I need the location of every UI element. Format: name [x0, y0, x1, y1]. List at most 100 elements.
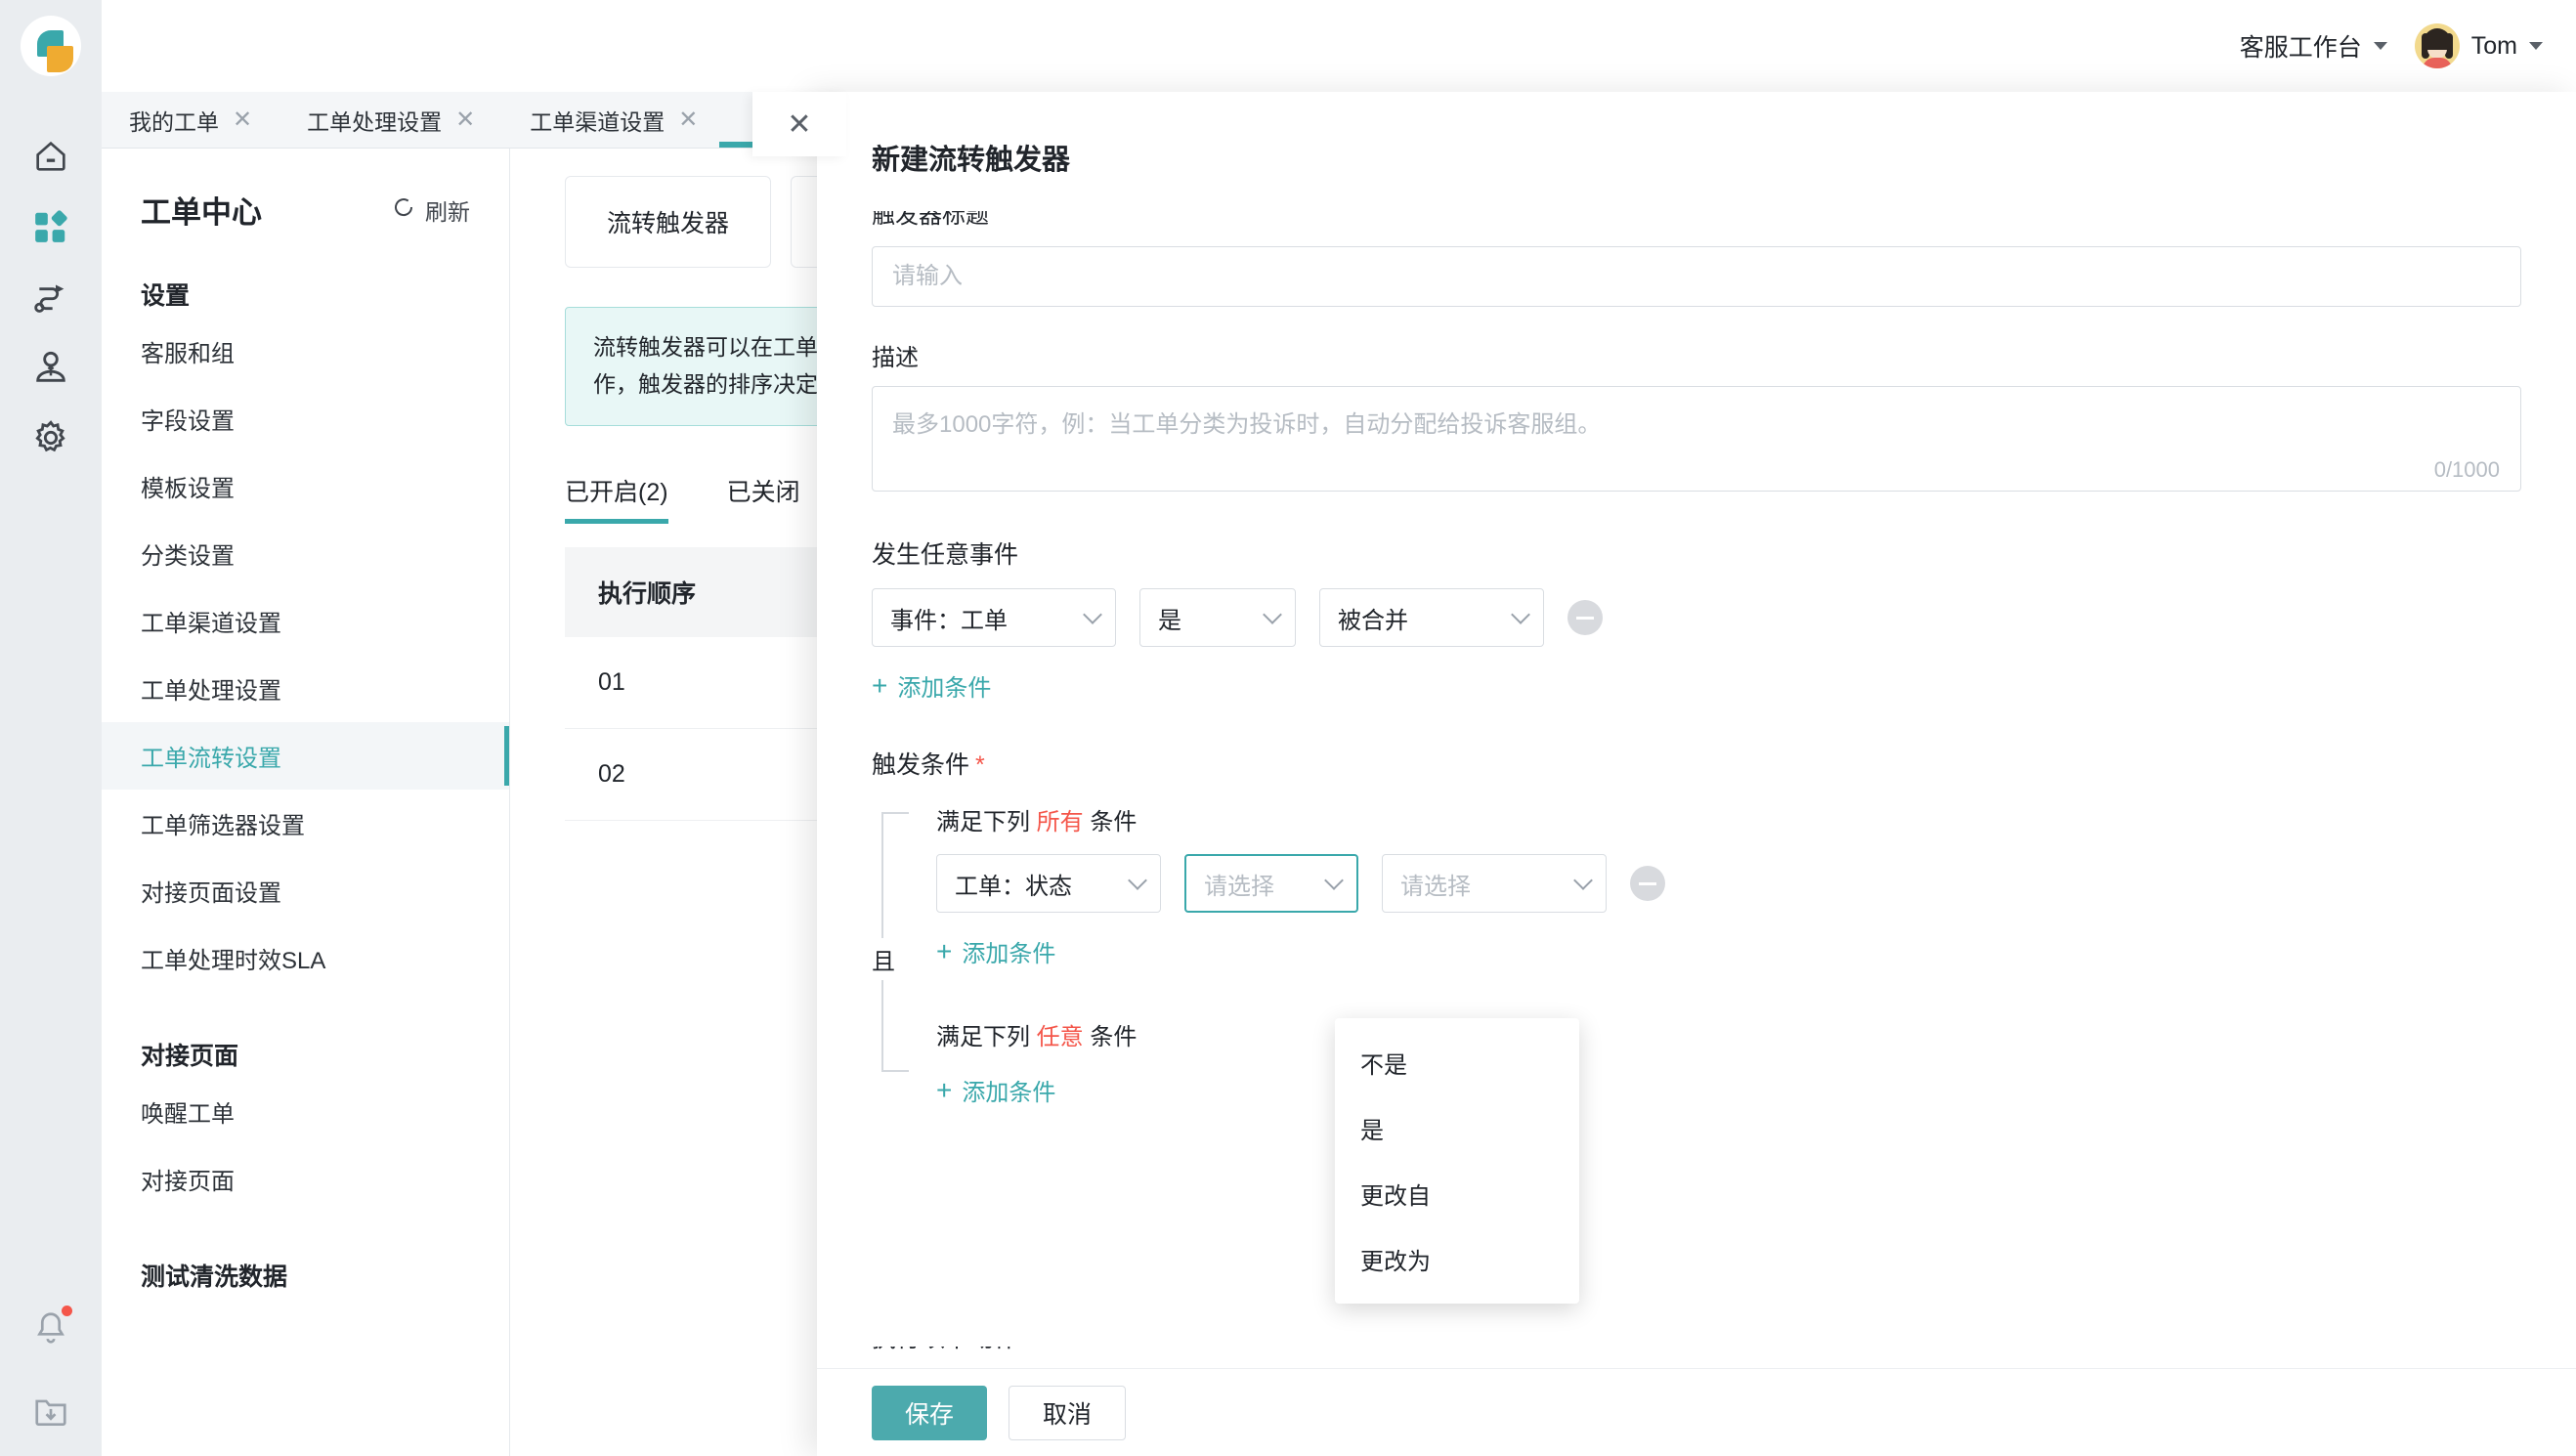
and-joiner-label: 且: [872, 938, 895, 980]
add-condition-all-button[interactable]: + 添加条件: [936, 934, 2521, 968]
remove-event-condition-button[interactable]: [1567, 600, 1603, 635]
close-icon[interactable]: ✕: [678, 107, 698, 132]
sidebar-item-integration-page-settings[interactable]: 对接页面设置: [102, 857, 509, 924]
drawer-body: 新建流转触发器 触发器标题 描述 0/1000 发生任意事件 事件：工单 是: [817, 92, 2576, 1368]
home-icon: [31, 137, 70, 181]
rail-item-workflow[interactable]: [0, 264, 102, 334]
chevron-down-icon: [1263, 605, 1282, 624]
drawer-close-tab[interactable]: ✕: [752, 92, 846, 156]
workflow-route-icon: [31, 278, 70, 321]
condition-group-all-header: 满足下列 所有 条件: [936, 809, 1138, 835]
sidebar-item-sla[interactable]: 工单处理时效SLA: [102, 924, 509, 992]
cancel-button[interactable]: 取消: [1009, 1385, 1127, 1440]
avatar: [2414, 23, 2460, 68]
add-event-condition-button[interactable]: + 添加条件: [872, 668, 2521, 703]
condition-field-select[interactable]: 工单：状态: [936, 854, 1161, 913]
event-section-label: 发生任意事件: [872, 541, 1019, 569]
tab-ticket-process-settings[interactable]: 工单处理设置 ✕: [279, 92, 502, 148]
sidebar-item-category-settings[interactable]: 分类设置: [102, 520, 509, 587]
new-trigger-drawer: 新建流转触发器 触发器标题 描述 0/1000 发生任意事件 事件：工单 是: [817, 92, 2576, 1456]
rail-icon-list: [0, 123, 102, 475]
rail-item-downloads[interactable]: [0, 1372, 102, 1456]
sidebar-group-title-settings: 设置: [141, 282, 191, 310]
rail-item-home[interactable]: [0, 123, 102, 193]
tab-my-tickets[interactable]: 我的工单 ✕: [102, 92, 279, 148]
drawer-footer: 保存 取消: [817, 1368, 2576, 1456]
match-keyword-all: 所有: [1036, 809, 1084, 835]
tab-ticket-channel-settings[interactable]: 工单渠道设置 ✕: [502, 92, 725, 148]
description-textarea[interactable]: [872, 386, 2521, 492]
rail-bottom-group: [0, 1288, 102, 1456]
description-field-wrap: 0/1000: [872, 386, 2521, 496]
dropdown-option-not-is[interactable]: 不是: [1335, 1030, 1579, 1095]
workspace-label: 客服工作台: [2239, 34, 2362, 62]
chevron-down-icon: [1511, 605, 1530, 624]
dropdown-option-changed-from[interactable]: 更改自: [1335, 1161, 1579, 1226]
logo-amber-shape: [47, 46, 73, 72]
event-object-select[interactable]: 事件：工单: [872, 588, 1116, 647]
settings-sidebar: 工单中心 刷新 设置 客服和组 字段设置 模板设置 分类设置 工单渠道设置 工单…: [102, 149, 510, 1456]
action-section-label: 执行以下动作*: [872, 1347, 1034, 1366]
dropdown-option-changed-to[interactable]: 更改为: [1335, 1226, 1579, 1292]
sidebar-item-agents-groups[interactable]: 客服和组: [102, 318, 509, 385]
rail-item-settings[interactable]: [0, 405, 102, 475]
save-button[interactable]: 保存: [872, 1385, 988, 1440]
trigger-name-label: 触发器标题: [872, 211, 989, 229]
plus-icon: +: [872, 669, 888, 701]
sidebar-item-process-settings[interactable]: 工单处理设置: [102, 655, 509, 722]
condition-group-any-header: 满足下列 任意 条件: [936, 1024, 1138, 1050]
rail-item-contacts[interactable]: [0, 334, 102, 405]
sidebar-item-flow-settings[interactable]: 工单流转设置: [102, 722, 509, 790]
rail-item-apps[interactable]: [0, 193, 102, 264]
app-logo: [21, 16, 81, 76]
sidebar-item-field-settings[interactable]: 字段设置: [102, 385, 509, 452]
chevron-down-icon: [1573, 871, 1593, 890]
tab-label: 工单处理设置: [307, 108, 443, 135]
refresh-button[interactable]: 刷新: [392, 193, 470, 227]
close-icon[interactable]: ✕: [787, 107, 811, 142]
rail-item-notifications[interactable]: [0, 1288, 102, 1372]
sidebar-item-integration-page[interactable]: 对接页面: [102, 1145, 509, 1213]
sidebar-item-channel-settings[interactable]: 工单渠道设置: [102, 587, 509, 655]
grid-apps-icon: [32, 208, 69, 250]
sidebar-item-wake-ticket[interactable]: 唤醒工单: [102, 1078, 509, 1145]
sidebar-item-filter-settings[interactable]: 工单筛选器设置: [102, 790, 509, 857]
tab-label: 工单渠道设置: [530, 108, 665, 135]
chevron-down-icon: [2529, 42, 2543, 50]
drawer-title: 新建流转触发器: [872, 145, 1071, 176]
sidebar-header: 工单中心 刷新: [102, 149, 509, 232]
add-condition-any-button[interactable]: + 添加条件: [936, 1073, 2521, 1107]
page-title: 工单中心: [141, 195, 262, 230]
match-keyword-any: 任意: [1036, 1024, 1084, 1050]
sub-tab-enabled[interactable]: 已开启(2): [565, 473, 668, 524]
operator-dropdown-menu: 不是 是 更改自 更改为: [1335, 1018, 1579, 1304]
close-icon[interactable]: ✕: [455, 107, 475, 132]
workspace-switcher[interactable]: 客服工作台: [2240, 28, 2387, 64]
gear-icon: [31, 418, 70, 462]
sidebar-item-template-settings[interactable]: 模板设置: [102, 452, 509, 520]
chevron-down-icon: [1324, 871, 1344, 890]
left-icon-rail: [0, 0, 102, 1456]
folder-download-icon: [32, 1393, 69, 1435]
dropdown-option-is[interactable]: 是: [1335, 1095, 1579, 1161]
chevron-down-icon: [2373, 42, 2387, 50]
card-tab-flow-trigger[interactable]: 流转触发器: [565, 176, 772, 268]
sidebar-group-title-integration: 对接页面: [141, 1043, 239, 1070]
top-header-bar: 客服工作台 Tom: [102, 0, 2576, 92]
condition-operator-select[interactable]: 请选择: [1184, 854, 1358, 913]
trigger-condition-section-label: 触发条件 *: [872, 751, 985, 779]
condition-groups-wrapper: 且 满足下列 所有 条件 工单：状态 请选择 请选择 + 添加条件 满足下列 任…: [872, 802, 2521, 1107]
remove-condition-button[interactable]: [1630, 866, 1665, 901]
sub-tab-disabled[interactable]: 已关闭: [727, 473, 800, 524]
user-menu[interactable]: Tom: [2414, 23, 2543, 68]
plus-icon: +: [936, 935, 953, 966]
notification-badge-dot: [62, 1306, 72, 1316]
event-value-select[interactable]: 被合并: [1319, 588, 1544, 647]
add-condition-label: 添加条件: [897, 675, 992, 702]
close-icon[interactable]: ✕: [233, 107, 252, 132]
condition-value-select[interactable]: 请选择: [1382, 854, 1607, 913]
refresh-label: 刷新: [425, 198, 470, 225]
event-operator-select[interactable]: 是: [1139, 588, 1296, 647]
trigger-name-input[interactable]: [872, 246, 2521, 307]
add-condition-label: 添加条件: [962, 941, 1056, 967]
